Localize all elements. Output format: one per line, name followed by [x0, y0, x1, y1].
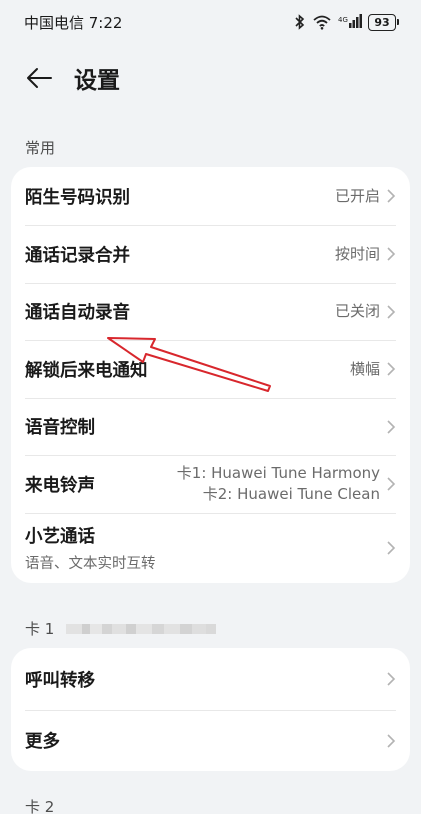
card-sim1: 呼叫转移 更多	[11, 648, 410, 771]
row-label: 语音控制	[25, 418, 95, 438]
row-value: 按时间	[334, 244, 380, 263]
row-label: 通话自动录音	[25, 303, 130, 323]
row-label: 解锁后来电通知	[25, 360, 148, 381]
ringtone-card1-value: 卡1: Huawei Tune Harmony	[176, 464, 380, 482]
status-icons: 4G 93	[294, 13, 399, 31]
page-title: 设置	[74, 68, 120, 94]
row-label: 通话记录合并	[25, 245, 130, 266]
status-bar: 中国电信 7:22 4G 93	[0, 0, 421, 44]
row-call-forwarding[interactable]: 呼叫转移	[11, 648, 410, 710]
row-unknown-number-identification[interactable]: 陌生号码识别 已开启	[11, 167, 410, 225]
row-label: 来电铃声	[25, 475, 95, 496]
chevron-right-icon	[386, 304, 396, 320]
row-label: 呼叫转移	[25, 670, 95, 691]
row-more[interactable]: 更多	[11, 710, 410, 771]
section-header-common: 常用	[25, 139, 56, 157]
row-value: 横幅	[349, 359, 380, 378]
row-xiaoyi-call[interactable]: 小艺通话 语音、文本实时互转	[11, 513, 410, 583]
chevron-right-icon	[386, 540, 396, 556]
redacted-phone-number	[66, 623, 217, 634]
row-value: 已开启	[334, 186, 380, 205]
row-label: 更多	[25, 732, 60, 752]
cellular-signal-icon: 4G	[338, 14, 362, 30]
title-bar: 设置	[0, 52, 421, 104]
chevron-right-icon	[386, 671, 396, 687]
chevron-right-icon	[386, 476, 396, 492]
section-header-card1: 卡 1	[25, 618, 217, 639]
bluetooth-icon	[294, 14, 306, 30]
carrier-time: 中国电信 7:22	[24, 13, 123, 32]
battery-icon: 93	[368, 13, 399, 31]
wifi-icon	[312, 14, 332, 30]
row-auto-call-recording[interactable]: 通话自动录音 已关闭	[11, 283, 410, 340]
row-voice-control[interactable]: 语音控制	[11, 398, 410, 455]
chevron-right-icon	[386, 361, 396, 377]
row-label: 陌生号码识别	[25, 187, 130, 208]
row-call-log-merge[interactable]: 通话记录合并 按时间	[11, 225, 410, 283]
battery-level: 93	[368, 13, 396, 31]
section-header-card2: 卡 2	[25, 798, 55, 814]
row-label: 小艺通话	[25, 527, 95, 547]
chevron-right-icon	[386, 419, 396, 435]
back-arrow-icon[interactable]	[24, 63, 54, 93]
ringtone-card2-value: 卡2: Huawei Tune Clean	[202, 485, 380, 503]
network-type-label: 4G	[338, 16, 348, 24]
chevron-right-icon	[386, 188, 396, 204]
card-common: 陌生号码识别 已开启 通话记录合并 按时间 通话自动录音 已关闭 解锁后来电通知…	[11, 167, 410, 583]
row-ringtone[interactable]: 来电铃声 卡1: Huawei Tune Harmony 卡2: Huawei …	[11, 455, 410, 513]
chevron-right-icon	[386, 246, 396, 262]
chevron-right-icon	[386, 733, 396, 749]
row-value: 已关闭	[334, 302, 380, 320]
row-subtitle: 语音、文本实时互转	[25, 556, 156, 572]
section-title: 卡 1	[25, 620, 55, 638]
row-unlock-incoming-call-notification[interactable]: 解锁后来电通知 横幅	[11, 340, 410, 398]
